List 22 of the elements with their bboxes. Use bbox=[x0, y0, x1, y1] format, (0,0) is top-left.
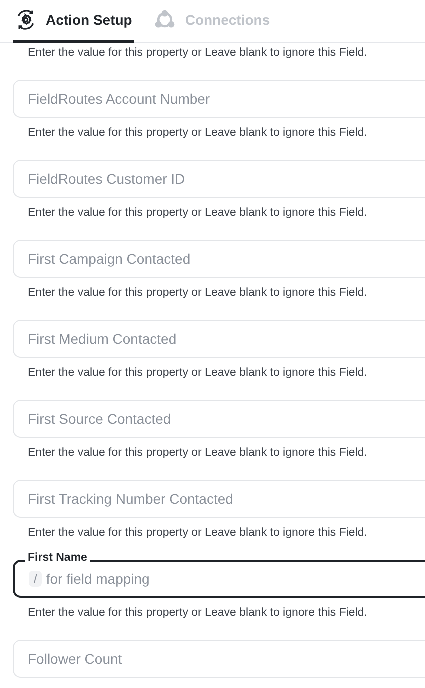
help-text: Enter the value for this property or Leave blank to ignore this Field. bbox=[28, 446, 368, 461]
help-text: Enter the value for this property or Leave blank to ignore this Field. bbox=[28, 366, 368, 381]
input-field[interactable]: First Tracking Number Contacted bbox=[13, 480, 425, 518]
input-field[interactable]: First Medium Contacted bbox=[13, 320, 425, 358]
gear-icon bbox=[15, 9, 37, 31]
tab[interactable]: Connections bbox=[152, 0, 272, 43]
help-text: Enter the value for this property or Leave blank to ignore this Field. bbox=[28, 206, 368, 221]
input-field[interactable]: FieldRoutes Account Number bbox=[13, 80, 425, 118]
placeholder-text: for field mapping bbox=[46, 570, 150, 589]
help-text: Enter the value for this property or Leave blank to ignore this Field. bbox=[28, 286, 368, 301]
input-field[interactable]: FieldRoutes Customer ID bbox=[13, 160, 425, 198]
help-text: Enter the value for this property or Leave blank to ignore this Field. bbox=[28, 526, 368, 541]
field-label: First Name bbox=[25, 551, 90, 565]
slash-key: / bbox=[29, 571, 42, 587]
input-field[interactable]: First Campaign Contacted bbox=[13, 240, 425, 278]
network-icon bbox=[154, 9, 176, 31]
input-field[interactable]: Follower Count bbox=[13, 640, 425, 678]
tab[interactable]: Action Setup bbox=[13, 0, 134, 43]
help-text: Enter the value for this property or Leave blank to ignore this Field. bbox=[28, 606, 368, 621]
help-text: Enter the value for this property or Leave blank to ignore this Field. bbox=[28, 126, 368, 141]
help-text: Enter the value for this property or Leave blank to ignore this Field. bbox=[28, 46, 368, 61]
input-field[interactable]: First Source Contacted bbox=[13, 400, 425, 438]
